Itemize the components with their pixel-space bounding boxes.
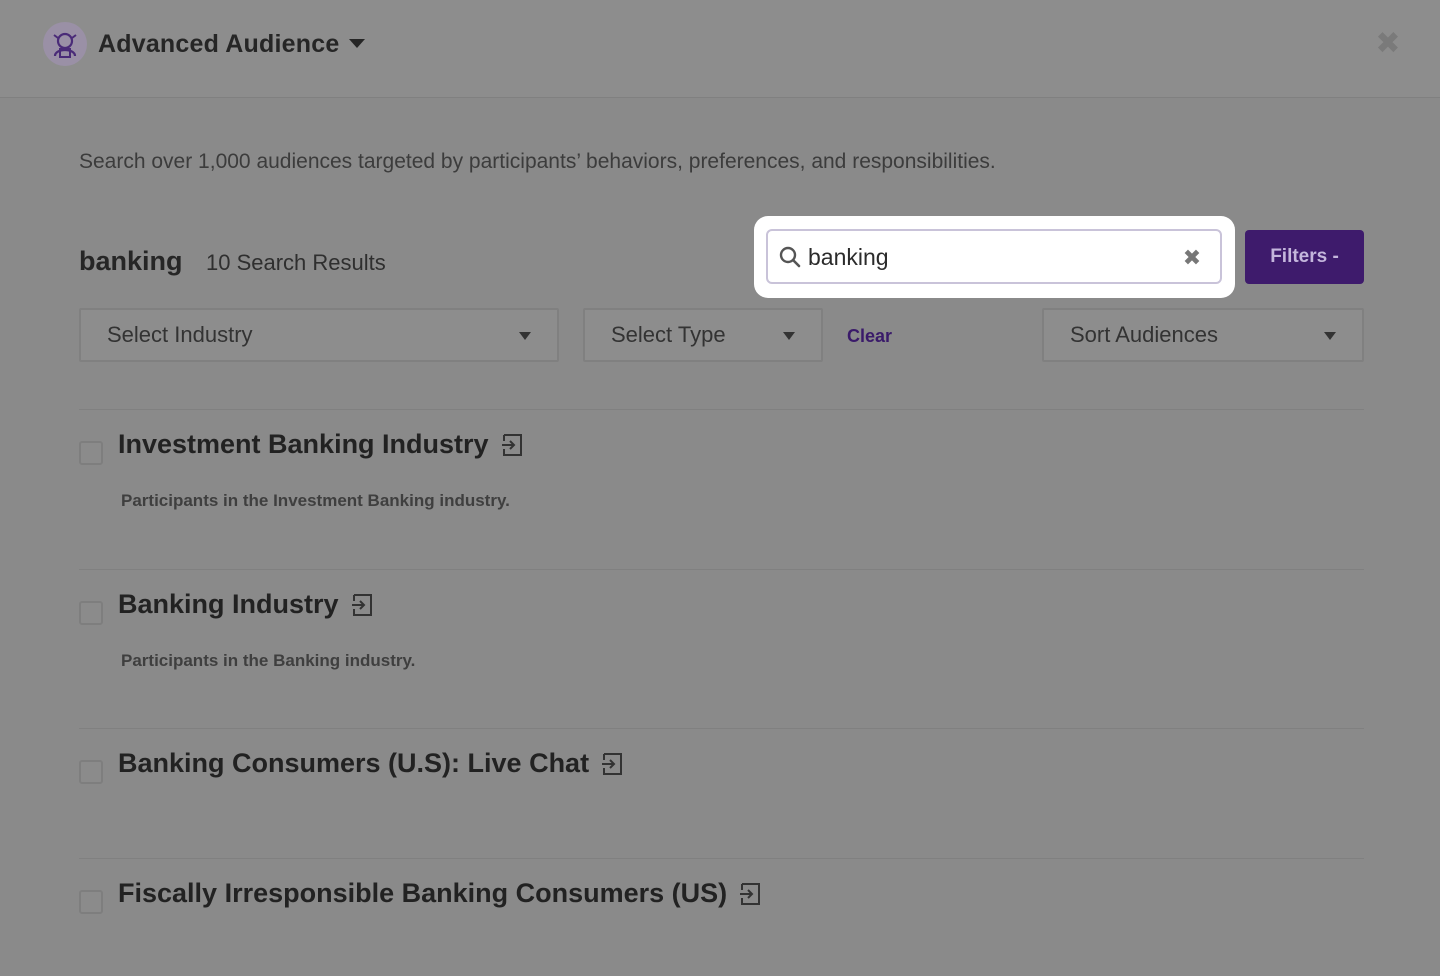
result-checkbox[interactable] (79, 601, 103, 625)
search-icon (778, 245, 802, 274)
open-details-icon[interactable] (351, 592, 375, 618)
result-count: 10 Search Results (206, 250, 386, 275)
modal-header: Advanced Audience ✖ (0, 0, 1440, 98)
filters-button[interactable]: Filters - (1245, 230, 1364, 284)
select-industry-label: Select Industry (107, 322, 253, 347)
result-checkbox[interactable] (79, 890, 103, 914)
select-type-label: Select Type (611, 322, 726, 347)
page-description: Search over 1,000 audiences targeted by … (79, 150, 996, 173)
sort-audiences-label: Sort Audiences (1070, 322, 1218, 347)
open-details-icon[interactable] (739, 881, 763, 907)
sort-audiences[interactable]: Sort Audiences (1042, 308, 1364, 362)
result-description: Participants in the Investment Banking i… (121, 491, 510, 510)
title-dropdown-icon[interactable] (349, 39, 365, 48)
app-title[interactable]: Advanced Audience (98, 30, 339, 59)
open-details-icon[interactable] (501, 432, 525, 458)
result-checkbox[interactable] (79, 441, 103, 465)
divider (79, 858, 1364, 859)
result-checkbox[interactable] (79, 760, 103, 784)
select-industry[interactable]: Select Industry (79, 308, 559, 362)
search-box[interactable]: ✖ (766, 229, 1222, 284)
open-details-icon[interactable] (601, 751, 625, 777)
result-title[interactable]: Fiscally Irresponsible Banking Consumers… (118, 878, 727, 909)
clear-search-icon[interactable]: ✖ (1181, 247, 1203, 269)
divider (79, 569, 1364, 570)
audience-icon (43, 22, 87, 66)
result-description: Participants in the Banking industry. (121, 651, 416, 670)
close-icon[interactable]: ✖ (1374, 27, 1402, 60)
select-type[interactable]: Select Type (583, 308, 823, 362)
result-title[interactable]: Banking Consumers (U.S): Live Chat (118, 748, 589, 779)
chevron-down-icon (783, 332, 795, 340)
search-query-label: banking (79, 246, 183, 276)
chevron-down-icon (519, 332, 531, 340)
clear-filters-link[interactable]: Clear (847, 326, 892, 347)
result-title[interactable]: Banking Industry (118, 589, 339, 620)
divider (79, 728, 1364, 729)
chevron-down-icon (1324, 332, 1336, 340)
search-input[interactable] (808, 239, 1168, 275)
result-title[interactable]: Investment Banking Industry (118, 429, 489, 460)
divider (79, 409, 1364, 410)
